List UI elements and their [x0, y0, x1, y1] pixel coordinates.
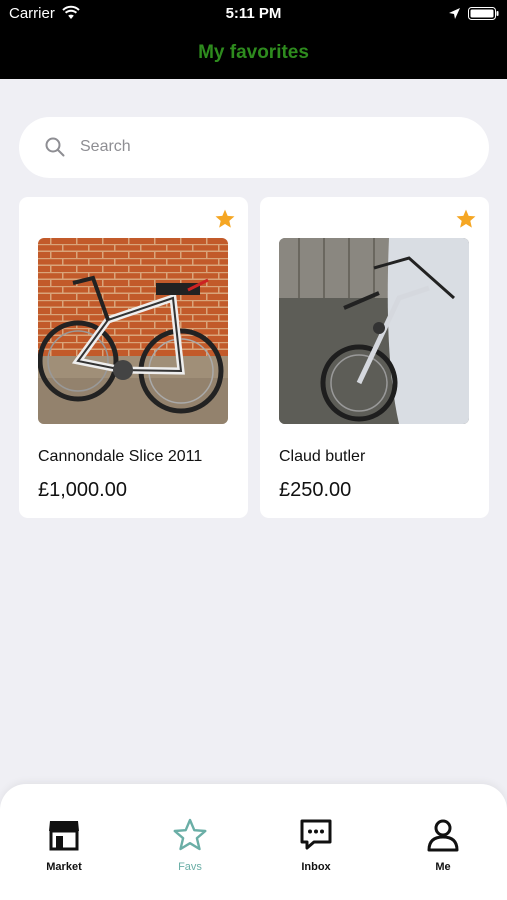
tab-market[interactable]: Market: [1, 784, 127, 900]
store-icon: [49, 821, 79, 851]
favorite-star-icon[interactable]: [214, 208, 236, 230]
bike-image: [38, 238, 228, 424]
location-arrow-icon: [449, 8, 460, 19]
bike-image: [279, 238, 469, 424]
nav-bar: My favorites: [0, 28, 507, 79]
search-input[interactable]: Search: [80, 138, 131, 156]
person-icon: [427, 819, 459, 852]
tab-favs[interactable]: Favs: [127, 784, 253, 900]
star-outline-icon: [173, 818, 207, 851]
search-bar[interactable]: Search: [19, 117, 489, 178]
tab-inbox[interactable]: Inbox: [253, 784, 379, 900]
bike-photo[interactable]: [279, 238, 469, 424]
tab-label: Market: [46, 861, 82, 873]
listing-card[interactable]: Claud butler £250.00: [260, 197, 489, 518]
tab-label: Me: [435, 861, 451, 873]
tab-label: Favs: [178, 861, 202, 873]
listing-price: £1,000.00: [38, 479, 127, 501]
status-bar: Carrier 5:11 PM: [0, 0, 507, 28]
search-icon: [45, 137, 65, 157]
listing-title: Cannondale Slice 2011: [38, 448, 203, 465]
page-title: My favorites: [198, 42, 309, 63]
tab-label: Inbox: [301, 861, 331, 873]
status-time: 5:11 PM: [225, 5, 282, 22]
chat-bubble-icon: [300, 819, 332, 850]
tab-bar: Market Favs Inbox Me: [0, 784, 507, 900]
favorite-star-icon[interactable]: [455, 208, 477, 230]
bike-photo[interactable]: [38, 238, 228, 424]
listing-price: £250.00: [279, 479, 352, 501]
listing-title: Claud butler: [279, 448, 366, 465]
battery-icon: [468, 7, 499, 20]
listing-card[interactable]: Cannondale Slice 2011 £1,000.00: [19, 197, 248, 518]
tab-me[interactable]: Me: [380, 784, 506, 900]
